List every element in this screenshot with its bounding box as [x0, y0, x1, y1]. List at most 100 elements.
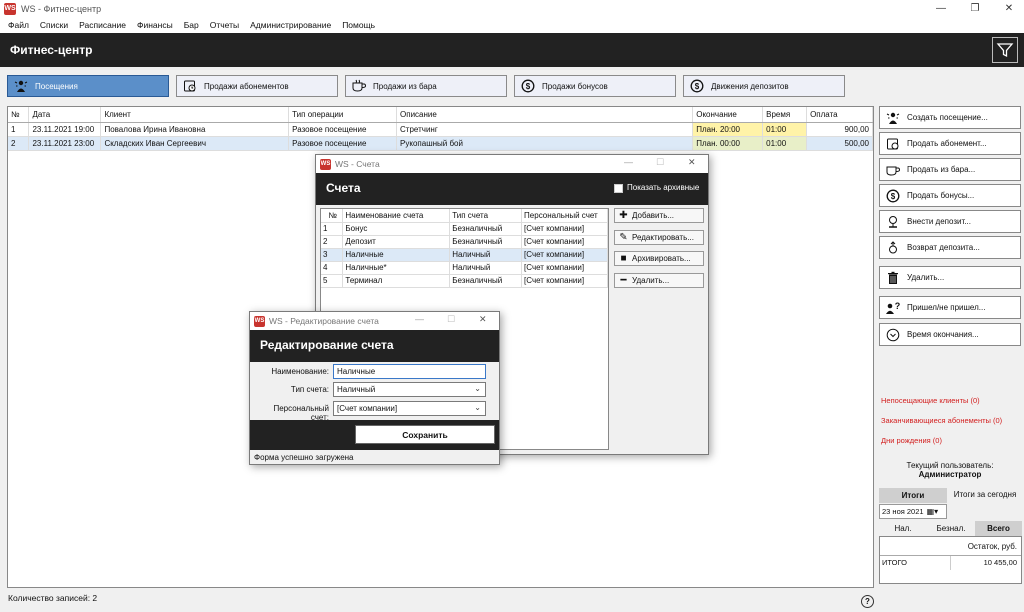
dialog-window-title: WS - Счета: [335, 159, 380, 169]
help-icon[interactable]: ?: [861, 595, 874, 608]
archive-account-button[interactable]: ■ Архивировать...: [614, 251, 704, 266]
table-row[interactable]: 4 Наличные* Наличный [Счет компании]: [321, 261, 608, 275]
button-label: Возврат депозита...: [907, 243, 980, 252]
sell-bonuses-button[interactable]: $ Продать бонусы...: [879, 184, 1021, 207]
button-label: Редактировать...: [632, 233, 694, 242]
close-icon[interactable]: ✕: [688, 157, 696, 168]
column-header[interactable]: №: [321, 209, 344, 223]
menu-admin[interactable]: Администрирование: [250, 20, 331, 30]
date-picker[interactable]: 23 ноя 2021 ▦▾: [879, 504, 947, 519]
cell-account-name: Наличные: [342, 248, 451, 262]
column-header[interactable]: Клиент: [100, 107, 290, 123]
tab-cashless[interactable]: Безнал.: [927, 521, 975, 536]
table-row[interactable]: 2 Депозит Безналичный [Счет компании]: [321, 235, 608, 249]
close-icon[interactable]: ✕: [996, 0, 1022, 17]
table-row[interactable]: 2 23.11.2021 23:00 Складских Иван Сергее…: [8, 136, 873, 151]
inactive-clients-link[interactable]: Непосещающие клиенты (0): [881, 396, 980, 405]
column-header[interactable]: Персональный счет: [521, 209, 608, 223]
cell-end: План. 20:00: [692, 122, 764, 137]
delete-account-button[interactable]: ━ Удалить...: [614, 273, 704, 288]
sell-bar-button[interactable]: Продать из бара...: [879, 158, 1021, 181]
cell-number: 1: [8, 122, 30, 137]
accounts-header: № Наименование счета Тип счета Персональ…: [321, 209, 608, 223]
minimize-icon[interactable]: —: [624, 157, 633, 167]
add-account-button[interactable]: ✚ Добавить...: [614, 208, 704, 223]
tab-cash[interactable]: Нал.: [879, 521, 927, 536]
tab-bonus-sales[interactable]: $ Продажи бонусов: [514, 75, 676, 97]
end-time-button[interactable]: Время окончания...: [879, 323, 1021, 346]
column-header[interactable]: Наименование счета: [342, 209, 451, 223]
attendance-button[interactable]: ? Пришел/не пришел...: [879, 296, 1021, 319]
deposit-button[interactable]: Внести депозит...: [879, 210, 1021, 233]
menu-lists[interactable]: Списки: [40, 20, 68, 30]
cell-operation: Разовое посещение: [288, 122, 398, 137]
cell-operation: Разовое посещение: [288, 136, 398, 151]
cell-description: Стретчинг: [396, 122, 694, 137]
person-sparkle-icon: [884, 109, 902, 127]
table-row[interactable]: 3 Наличные Наличный [Счет компании]: [321, 248, 608, 262]
cell-personal-account: [Счет компании]: [521, 248, 608, 262]
card-icon: [884, 135, 902, 153]
menu-file[interactable]: Файл: [8, 20, 29, 30]
tab-deposit-movements[interactable]: $ Движения депозитов: [683, 75, 845, 97]
save-button[interactable]: Сохранить: [355, 425, 495, 444]
tab-subscription-sales[interactable]: Продажи абонементов: [176, 75, 338, 97]
menu-bar-item[interactable]: Бар: [184, 20, 199, 30]
expiring-subscriptions-link[interactable]: Заканчивающиеся абонементы (0): [881, 416, 1002, 425]
cell-personal-account: [Счет компании]: [521, 235, 608, 249]
tab-visits[interactable]: Посещения: [7, 75, 169, 97]
table-row[interactable]: 1 Бонус Безналичный [Счет компании]: [321, 222, 608, 236]
maximize-icon[interactable]: ☐: [447, 314, 455, 325]
menu-reports[interactable]: Отчеты: [210, 20, 239, 30]
create-visit-button[interactable]: Создать посещение...: [879, 106, 1021, 129]
menu-help[interactable]: Помощь: [342, 20, 375, 30]
column-header[interactable]: №: [8, 107, 30, 123]
personal-account-select[interactable]: [Счет компании] ⌄: [333, 401, 486, 416]
edit-account-button[interactable]: ✎ Редактировать...: [614, 230, 704, 245]
balance-label: Остаток, руб.: [967, 542, 1017, 551]
dialog-footer: Сохранить: [250, 420, 499, 450]
show-archived-checkbox[interactable]: [614, 184, 623, 193]
button-label: Время окончания...: [907, 330, 979, 339]
maximize-icon[interactable]: ☐: [656, 157, 664, 168]
column-header[interactable]: Время: [762, 107, 808, 123]
totals-today[interactable]: Итоги за сегодня: [949, 490, 1021, 500]
button-label: Удалить...: [907, 273, 945, 282]
type-label: Тип счета:: [290, 385, 329, 394]
column-header[interactable]: Тип счета: [449, 209, 523, 223]
cup-icon: [884, 161, 902, 179]
column-header[interactable]: Дата: [28, 107, 102, 123]
sell-subscription-button[interactable]: Продать абонемент...: [879, 132, 1021, 155]
tab-label: Продажи абонементов: [204, 81, 289, 91]
deposit-in-icon: [884, 213, 902, 231]
tab-bar-sales[interactable]: Продажи из бара: [345, 75, 507, 97]
close-icon[interactable]: ✕: [479, 314, 487, 325]
minimize-icon[interactable]: —: [415, 314, 424, 324]
date-value: 23 ноя 2021: [882, 507, 924, 516]
person-sparkle-icon: [13, 79, 29, 93]
menu-schedule[interactable]: Расписание: [79, 20, 126, 30]
column-header[interactable]: Описание: [396, 107, 694, 123]
column-header[interactable]: Оплата: [806, 107, 873, 123]
total-row-label: ИТОГО: [882, 558, 907, 567]
cell-client: Повалова Ирина Ивановна: [100, 122, 290, 137]
table-row[interactable]: 1 23.11.2021 19:00 Повалова Ирина Иванов…: [8, 122, 873, 137]
column-header[interactable]: Тип операции: [288, 107, 398, 123]
account-type-select[interactable]: Наличный ⌄: [333, 382, 486, 397]
account-name-input[interactable]: Наличные: [333, 364, 486, 379]
menu-finance[interactable]: Финансы: [137, 20, 173, 30]
birthdays-link[interactable]: Дни рождения (0): [881, 436, 942, 445]
delete-button[interactable]: Удалить...: [879, 266, 1021, 289]
column-header[interactable]: Окончание: [692, 107, 764, 123]
tab-total[interactable]: Всего: [975, 521, 1022, 536]
cell-payment: 500,00: [806, 136, 873, 151]
minimize-icon[interactable]: —: [928, 0, 954, 17]
table-row[interactable]: 5 Терминал Безналичный [Счет компании]: [321, 274, 608, 288]
button-label: Архивировать...: [632, 254, 691, 263]
filter-button[interactable]: [992, 37, 1018, 63]
restore-icon[interactable]: ❐: [962, 0, 988, 17]
dialog-window-title: WS - Редактирование счета: [269, 316, 379, 326]
current-user-label: Текущий пользователь:: [906, 461, 994, 470]
deposit-return-button[interactable]: Возврат депозита...: [879, 236, 1021, 259]
cell-account-type: Безналичный: [449, 274, 523, 288]
